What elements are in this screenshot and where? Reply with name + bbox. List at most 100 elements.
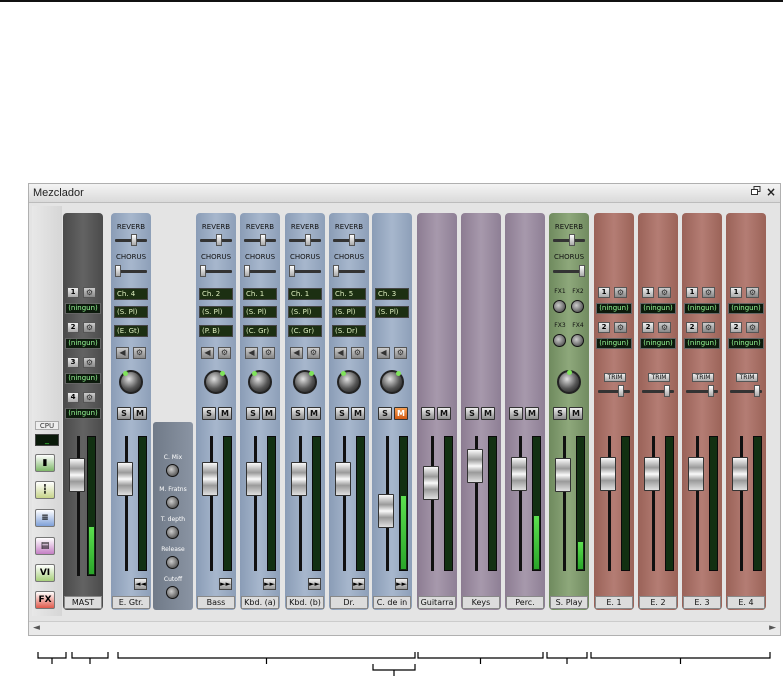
chorus-slider[interactable] xyxy=(333,265,365,277)
horizontal-scrollbar[interactable]: ◄ ► xyxy=(29,621,780,635)
chorus-slider[interactable] xyxy=(289,265,321,277)
reverb-slider[interactable] xyxy=(115,234,147,246)
speaker-icon[interactable]: ◀ xyxy=(377,347,390,359)
solo-button[interactable]: S xyxy=(335,407,349,420)
volume-fader[interactable] xyxy=(291,462,307,496)
midi-channel-select[interactable]: Ch. 5 xyxy=(332,288,366,300)
solo-button[interactable]: S xyxy=(378,407,392,420)
fx-param-knob[interactable] xyxy=(166,496,179,509)
slider-knob[interactable] xyxy=(579,265,585,277)
master-fader[interactable] xyxy=(69,458,85,492)
midi-channel-select[interactable]: Ch. 3 xyxy=(375,288,409,300)
fast-forward-icon[interactable]: ►► xyxy=(263,578,276,590)
send-destination[interactable]: (ningun) xyxy=(640,338,676,349)
fast-forward-icon[interactable]: ►► xyxy=(352,578,365,590)
port-select[interactable]: (S. Pl) xyxy=(199,306,233,318)
speaker-icon[interactable]: ◀ xyxy=(201,347,214,359)
send-destination[interactable]: (ningun) xyxy=(684,338,720,349)
send-destination[interactable]: (ningun) xyxy=(65,408,101,419)
mute-button[interactable]: M xyxy=(218,407,232,420)
chorus-slider[interactable] xyxy=(553,265,585,277)
preset-select[interactable]: (C. Gr) xyxy=(288,325,322,337)
mute-button[interactable]: M xyxy=(569,407,583,420)
speaker-icon[interactable]: ◀ xyxy=(116,347,129,359)
trim-slider[interactable] xyxy=(730,385,762,397)
preset-select[interactable]: (P. B) xyxy=(199,325,233,337)
close-icon[interactable]: × xyxy=(766,185,776,199)
gear-icon[interactable]: ⚙ xyxy=(133,347,146,359)
volume-fader[interactable] xyxy=(555,458,571,492)
fast-forward-icon[interactable]: ◄◄ xyxy=(134,578,147,590)
slider-knob[interactable] xyxy=(289,265,295,277)
fx-knob[interactable] xyxy=(553,300,566,313)
preset-select[interactable]: (C. Gr) xyxy=(243,325,277,337)
volume-fader[interactable] xyxy=(423,466,439,500)
vi-button[interactable]: VI xyxy=(35,564,55,582)
fast-forward-icon[interactable]: ►► xyxy=(219,578,232,590)
chorus-slider[interactable] xyxy=(244,265,276,277)
send-destination[interactable]: (ningun) xyxy=(684,303,720,314)
slider-knob[interactable] xyxy=(569,234,575,246)
meters-view-button[interactable]: ▮ xyxy=(35,454,55,472)
port-select[interactable]: (S. Pl) xyxy=(375,306,409,318)
volume-fader[interactable] xyxy=(511,457,527,491)
slider-knob[interactable] xyxy=(618,385,624,397)
trim-slider[interactable] xyxy=(598,385,630,397)
gear-icon[interactable]: ⚙ xyxy=(702,287,715,298)
solo-button[interactable]: S xyxy=(421,407,435,420)
send-destination[interactable]: (ningun) xyxy=(596,338,632,349)
gear-icon[interactable]: ⚙ xyxy=(262,347,275,359)
speaker-icon[interactable]: ◀ xyxy=(245,347,258,359)
volume-fader[interactable] xyxy=(600,457,616,491)
trim-slider[interactable] xyxy=(686,385,718,397)
volume-fader[interactable] xyxy=(467,449,483,483)
gear-icon[interactable]: ⚙ xyxy=(746,322,759,333)
scroll-left-icon[interactable]: ◄ xyxy=(33,623,40,633)
slider-knob[interactable] xyxy=(664,385,670,397)
solo-button[interactable]: S xyxy=(291,407,305,420)
slider-knob[interactable] xyxy=(244,265,250,277)
slider-knob[interactable] xyxy=(708,385,714,397)
slider-knob[interactable] xyxy=(216,234,222,246)
port-select[interactable]: (S. Pl) xyxy=(332,306,366,318)
solo-button[interactable]: S xyxy=(246,407,260,420)
mute-button[interactable]: M xyxy=(525,407,539,420)
send-destination[interactable]: (ningun) xyxy=(596,303,632,314)
mute-button[interactable]: M xyxy=(262,407,276,420)
mute-button[interactable]: M xyxy=(351,407,365,420)
preset-select[interactable]: (E. Gt) xyxy=(114,325,148,337)
chorus-slider[interactable] xyxy=(115,265,147,277)
fx-knob[interactable] xyxy=(571,334,584,347)
speaker-icon[interactable]: ◀ xyxy=(334,347,347,359)
fx-button[interactable]: FX xyxy=(35,591,55,609)
reverb-slider[interactable] xyxy=(333,234,365,246)
fx-param-knob[interactable] xyxy=(166,526,179,539)
slider-knob[interactable] xyxy=(260,234,266,246)
volume-fader[interactable] xyxy=(335,462,351,496)
fast-forward-icon[interactable]: ►► xyxy=(395,578,408,590)
gear-icon[interactable]: ⚙ xyxy=(614,287,627,298)
gear-icon[interactable]: ⚙ xyxy=(746,287,759,298)
fx-param-knob[interactable] xyxy=(166,556,179,569)
port-select[interactable]: (S. Pl) xyxy=(114,306,148,318)
mute-button[interactable]: M xyxy=(437,407,451,420)
send-destination[interactable]: (ningun) xyxy=(728,338,764,349)
chorus-slider[interactable] xyxy=(200,265,232,277)
volume-fader[interactable] xyxy=(644,457,660,491)
solo-button[interactable]: S xyxy=(509,407,523,420)
midi-channel-select[interactable]: Ch. 2 xyxy=(199,288,233,300)
fx-knob[interactable] xyxy=(571,300,584,313)
slider-knob[interactable] xyxy=(305,234,311,246)
reverb-slider[interactable] xyxy=(553,234,585,246)
track-view-button[interactable]: ▤ xyxy=(35,537,55,555)
reverb-slider[interactable] xyxy=(289,234,321,246)
send-destination[interactable]: (ningun) xyxy=(640,303,676,314)
list-view-button[interactable]: ≡ xyxy=(35,509,55,527)
gear-icon[interactable]: ⚙ xyxy=(83,357,96,368)
gear-icon[interactable]: ⚙ xyxy=(702,322,715,333)
fx-param-knob[interactable] xyxy=(166,464,179,477)
solo-button[interactable]: S xyxy=(117,407,131,420)
mute-button[interactable]: M xyxy=(307,407,321,420)
gear-icon[interactable]: ⚙ xyxy=(83,392,96,403)
restore-icon[interactable] xyxy=(751,186,762,199)
